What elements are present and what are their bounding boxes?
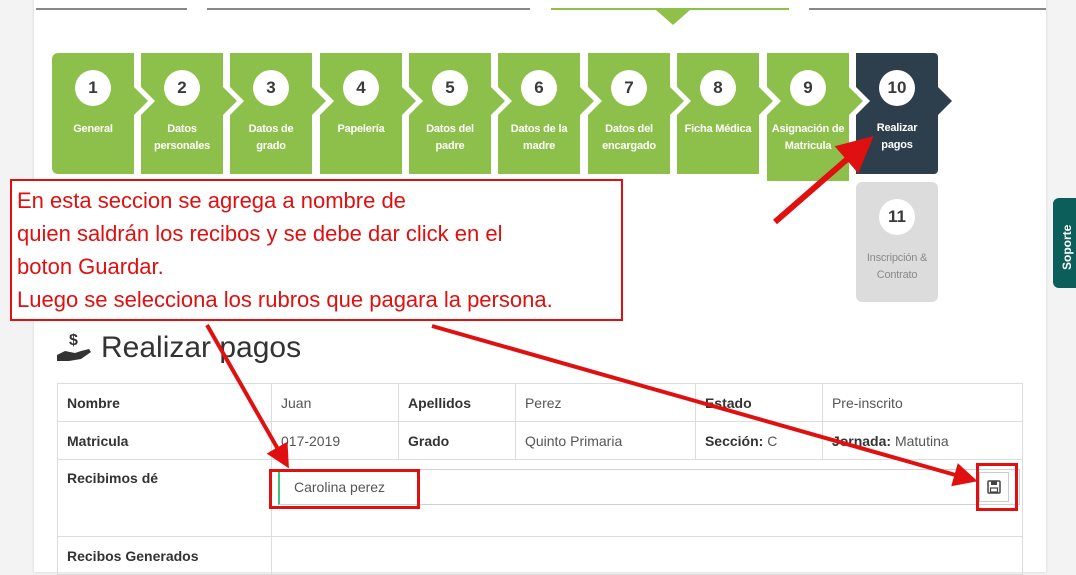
step-number: 8: [700, 70, 736, 106]
annotation-line: Luego se selecciona los rubros que pagar…: [17, 287, 553, 312]
svg-text:$: $: [69, 332, 78, 349]
jornada-label: Jornada:: [831, 432, 892, 449]
wizard-step-11[interactable]: 11 Inscripción & Contrato: [856, 182, 938, 302]
step-label: Datos personales: [153, 123, 211, 152]
wizard-step-1[interactable]: 1 General: [52, 53, 148, 174]
wizard-step-2[interactable]: 2 Datos personales: [141, 53, 237, 174]
page-title-text: Realizar pagos: [101, 331, 302, 364]
grado-label: Grado: [397, 421, 516, 460]
jornada-cell: Jornada: Matutina: [821, 421, 1024, 460]
hand-dollar-icon: $: [57, 332, 91, 361]
step-label: Datos del padre: [426, 123, 474, 152]
matricula-label: Matricula: [57, 421, 272, 460]
step-number: 9: [790, 70, 826, 106]
table-row: Recibos Generados: [57, 536, 1023, 575]
recibos-value: [271, 536, 1023, 575]
step-number: 4: [343, 70, 379, 106]
recibimos-label: Recibimos dé: [57, 459, 272, 537]
wizard-step-8[interactable]: 8 Ficha Médica: [677, 53, 773, 174]
step-label: General: [73, 123, 113, 135]
seccion-cell: Sección: C: [694, 421, 823, 460]
seccion-value: C: [767, 432, 778, 449]
nombre-value: Juan: [271, 383, 399, 422]
grado-value: Quinto Primaria: [514, 421, 696, 460]
tab-underline: [809, 8, 1046, 10]
wizard-step-9[interactable]: 9 Asignación de Matricula: [767, 53, 863, 181]
recibos-label: Recibos Generados: [57, 536, 272, 575]
page-title: $ Realizar pagos: [55, 331, 301, 365]
jornada-value: Matutina: [894, 432, 949, 449]
step-number: 7: [611, 70, 647, 106]
save-highlight-box: [976, 463, 1018, 511]
step-number: 5: [432, 70, 468, 106]
step-number: 1: [75, 70, 111, 106]
step-label: Datos de la madre: [510, 123, 568, 152]
support-tab-label: Soporte: [1060, 224, 1074, 270]
wizard-step-6[interactable]: 6 Datos de la madre: [498, 53, 594, 174]
tab-underline: [207, 8, 530, 10]
annotation-line: boton Guardar.: [17, 254, 164, 279]
annotation-line: quien saldrán los recibos y se debe dar …: [17, 221, 503, 246]
matricula-value: 017-2019: [271, 421, 399, 460]
step-label: Papelería: [337, 123, 385, 135]
wizard-step-5[interactable]: 5 Datos del padre: [409, 53, 505, 174]
wizard-step-7[interactable]: 7 Datos del encargado: [588, 53, 684, 174]
step-number: 10: [879, 70, 915, 106]
step-number: 6: [521, 70, 557, 106]
tab-underline: [36, 8, 187, 10]
student-info-table: Nombre Juan Apellidos Perez Estado Pre-i…: [57, 383, 1024, 575]
step-label: Datos del encargado: [602, 123, 656, 152]
table-row: Nombre Juan Apellidos Perez Estado Pre-i…: [57, 383, 1024, 422]
seccion-label: Sección:: [704, 432, 764, 449]
input-highlight-box: [269, 469, 420, 509]
annotation-box: En esta seccion se agrega a nombre de qu…: [10, 179, 623, 321]
step-number: 3: [253, 70, 289, 106]
step-number: 2: [164, 70, 200, 106]
step-label: Ficha Médica: [684, 123, 752, 135]
active-tab-caret: [656, 10, 690, 25]
estado-label: Estado: [694, 383, 823, 422]
step-label: Asignación de Matricula: [771, 123, 845, 152]
apellidos-value: Perez: [514, 383, 696, 422]
annotation-line: En esta seccion se agrega a nombre de: [17, 188, 406, 213]
table-row: Recibimos dé: [57, 459, 1023, 537]
support-tab[interactable]: Soporte: [1053, 198, 1076, 288]
apellidos-label: Apellidos: [397, 383, 516, 422]
wizard-step-10[interactable]: 10 Realizar pagos: [856, 53, 952, 174]
wizard-step-4[interactable]: 4 Papelería: [320, 53, 416, 174]
nombre-label: Nombre: [57, 383, 272, 422]
step-number: 11: [879, 199, 915, 235]
step-label: Inscripción & Contrato: [866, 252, 928, 281]
step-label: Realizar pagos: [876, 122, 918, 151]
estado-value: Pre-inscrito: [821, 383, 1024, 422]
table-row: Matricula 017-2019 Grado Quinto Primaria…: [57, 421, 1024, 460]
step-label: Datos de grado: [248, 123, 294, 152]
wizard-step-3[interactable]: 3 Datos de grado: [230, 53, 326, 174]
